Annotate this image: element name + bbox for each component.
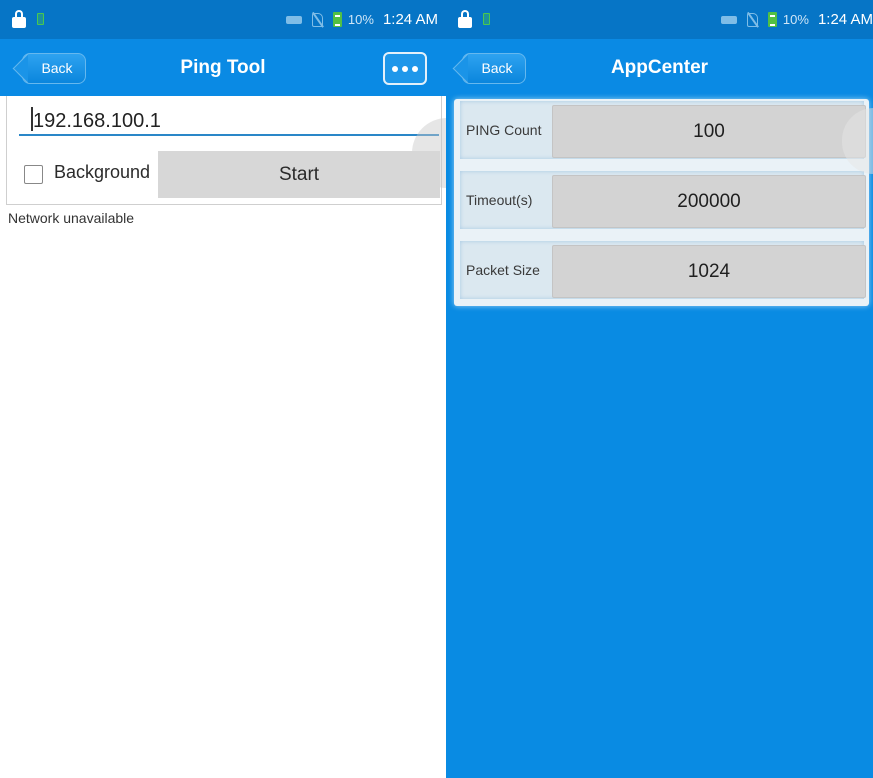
setting-row-packet-size: Packet Size 1024 bbox=[460, 241, 866, 299]
battery-charging-icon bbox=[767, 12, 777, 27]
timeout-field[interactable]: 200000 bbox=[552, 175, 866, 228]
keyboard-icon bbox=[285, 15, 302, 24]
appcenter-screen: 10% 1:24 AM AppCenter Back PING Count 10… bbox=[446, 0, 873, 778]
ping-tool-screen: 10% 1:24 AM Ping Tool Back Background St… bbox=[0, 0, 446, 778]
status-bar: 10% 1:24 AM bbox=[446, 0, 873, 39]
packet-size-field[interactable]: 1024 bbox=[552, 245, 866, 298]
ping-panel: Background Start bbox=[6, 96, 446, 205]
more-options-button[interactable] bbox=[383, 52, 427, 85]
battery-charging-icon bbox=[332, 12, 342, 27]
more-dots-icon bbox=[392, 65, 398, 72]
ip-address-input[interactable] bbox=[19, 108, 439, 136]
no-sim-icon bbox=[746, 12, 758, 27]
clock: 1:24 AM bbox=[817, 11, 873, 28]
battery-percent: 10% bbox=[347, 12, 374, 27]
lock-icon bbox=[458, 10, 472, 28]
setting-row-timeout: Timeout(s) 200000 bbox=[460, 171, 866, 229]
status-bar: 10% 1:24 AM bbox=[0, 0, 446, 39]
timeout-label: Timeout(s) bbox=[466, 192, 533, 208]
settings-panel: PING Count 100 Timeout(s) 200000 Packet … bbox=[454, 99, 869, 306]
keyboard-icon bbox=[720, 15, 737, 24]
ping-count-label: PING Count bbox=[466, 122, 542, 138]
lock-icon bbox=[12, 10, 26, 28]
back-button[interactable]: Back bbox=[22, 53, 86, 84]
battery-indicator-icon bbox=[483, 13, 490, 25]
battery-indicator-icon bbox=[37, 13, 44, 25]
back-button[interactable]: Back bbox=[462, 53, 526, 84]
text-cursor bbox=[31, 107, 33, 131]
start-button[interactable]: Start bbox=[158, 151, 440, 198]
title-bar: Ping Tool Back bbox=[0, 39, 446, 96]
setting-row-ping-count: PING Count 100 bbox=[460, 101, 866, 159]
clock: 1:24 AM bbox=[382, 11, 438, 28]
packet-size-label: Packet Size bbox=[466, 262, 540, 278]
network-status-text: Network unavailable bbox=[8, 210, 135, 226]
no-sim-icon bbox=[311, 12, 323, 27]
background-checkbox[interactable] bbox=[24, 165, 43, 184]
background-label: Background bbox=[54, 162, 151, 182]
battery-percent: 10% bbox=[782, 12, 809, 27]
ping-count-field[interactable]: 100 bbox=[552, 105, 866, 158]
title-bar: AppCenter Back bbox=[446, 39, 873, 96]
